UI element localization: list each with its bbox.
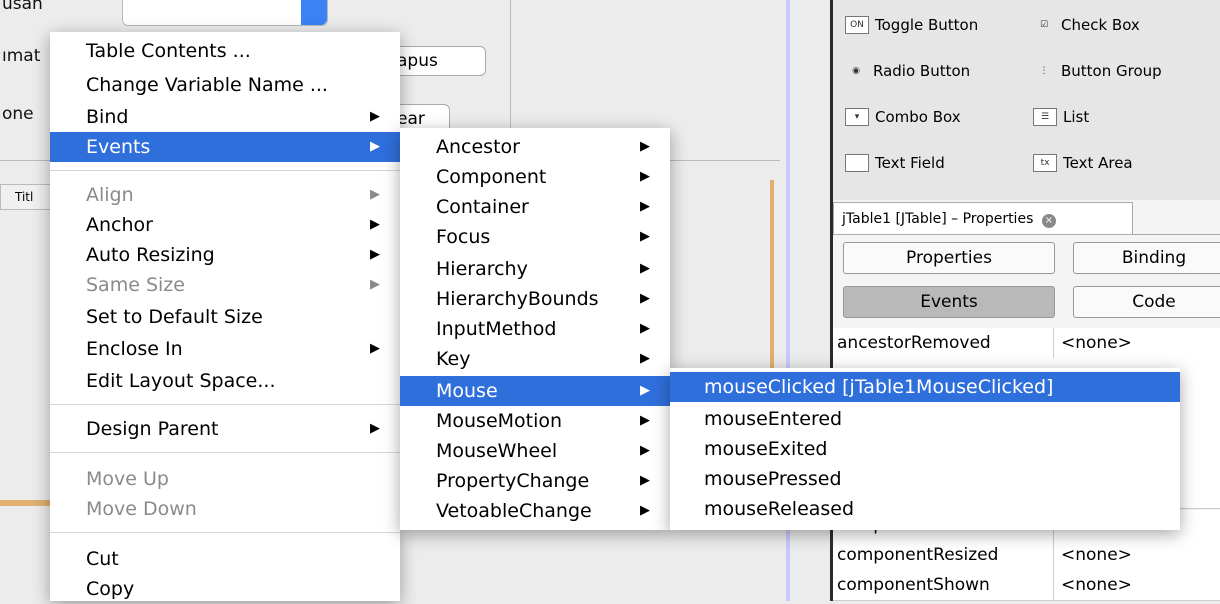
menu-item-component[interactable]: Component ▶: [400, 162, 670, 192]
submenu-arrow-icon: ▶: [640, 291, 650, 306]
menu-item-hierarchy[interactable]: Hierarchy ▶: [400, 254, 670, 284]
code-button[interactable]: Code: [1073, 286, 1220, 318]
close-icon[interactable]: ×: [1041, 214, 1056, 228]
divider: [833, 234, 1220, 235]
submenu-arrow-icon: ▶: [370, 187, 380, 202]
menu-item-property-change[interactable]: PropertyChange ▶: [400, 466, 670, 496]
palette-item-button-group[interactable]: ⋮ Button Group: [1033, 62, 1162, 80]
menu-item-auto-resizing[interactable]: Auto Resizing ▶: [50, 240, 400, 270]
component-palette: ON Toggle Button ☑ Check Box ◉ Radio Button…: [830, 0, 1220, 200]
hapus-button[interactable]: apus: [390, 46, 486, 76]
menu-item-design-parent[interactable]: Design Parent ▶: [50, 414, 400, 444]
table-row[interactable]: componentShown <none>: [833, 570, 1220, 601]
menu-item-anchor[interactable]: Anchor ▶: [50, 210, 400, 240]
menu-item-mouse[interactable]: Mouse ▶: [400, 376, 670, 406]
menu-separator: [50, 404, 400, 405]
submenu-arrow-icon: ▶: [640, 321, 650, 336]
menu-item-container[interactable]: Container ▶: [400, 192, 670, 222]
menu-item-mouse-motion[interactable]: MouseMotion ▶: [400, 406, 670, 436]
menu-item-key[interactable]: Key ▶: [400, 344, 670, 374]
submenu-arrow-icon: ▶: [370, 247, 380, 262]
context-menu: Table Contents ... Change Variable Name …: [50, 32, 400, 601]
palette-item-list[interactable]: ☰ List: [1033, 108, 1089, 126]
palette-item-text-area[interactable]: tx Text Area: [1033, 154, 1133, 172]
submenu-arrow-icon: ▶: [640, 261, 650, 276]
radio-button-icon: ◉: [852, 66, 860, 76]
menu-item-cut[interactable]: Cut: [50, 544, 400, 574]
button-group-icon: ⋮: [1039, 66, 1049, 76]
submenu-arrow-icon: ▶: [370, 421, 380, 436]
submenu-arrow-icon: ▶: [640, 169, 650, 184]
menu-separator: [50, 532, 400, 533]
list-icon: ☰: [1033, 108, 1057, 126]
palette-item-text-field[interactable]: Text Field: [845, 154, 945, 172]
menu-item-focus[interactable]: Focus ▶: [400, 222, 670, 252]
table-row[interactable]: componentResized <none>: [833, 540, 1220, 571]
menu-item-move-down[interactable]: Move Down: [50, 494, 400, 524]
properties-tab-title: jTable1 [JTable] – Properties: [842, 211, 1034, 227]
properties-tab[interactable]: jTable1 [JTable] – Properties ×: [833, 202, 1133, 235]
menu-item-copy[interactable]: Copy: [50, 574, 400, 604]
submenu-arrow-icon: ▶: [640, 199, 650, 214]
menu-item-input-method[interactable]: InputMethod ▶: [400, 314, 670, 344]
mouse-submenu: mouseClicked [jTable1MouseClicked] mouse…: [670, 368, 1180, 530]
menu-item-bind[interactable]: Bind ▶: [50, 102, 400, 132]
properties-button[interactable]: Properties: [843, 242, 1055, 274]
text-field-icon: [845, 154, 869, 172]
menu-item-change-variable-name[interactable]: Change Variable Name ...: [50, 70, 400, 100]
menu-item-mouse-pressed[interactable]: mousePressed: [670, 464, 1180, 494]
menu-item-same-size[interactable]: Same Size ▶: [50, 270, 400, 300]
binding-button[interactable]: Binding: [1073, 242, 1220, 274]
check-box-icon: ☑: [1039, 20, 1049, 30]
label-fragment: ımat: [2, 46, 41, 66]
combo-box-icon: ▾: [845, 108, 869, 126]
palette-item-check-box[interactable]: ☑ Check Box: [1033, 16, 1140, 34]
submenu-arrow-icon: ▶: [640, 139, 650, 154]
menu-item-hierarchy-bounds[interactable]: HierarchyBounds ▶: [400, 284, 670, 314]
combo-box-fragment[interactable]: [122, 0, 328, 26]
submenu-arrow-icon: ▶: [640, 473, 650, 488]
table-row[interactable]: ancestorRemoved <none>: [833, 328, 1220, 359]
events-button[interactable]: Events: [843, 286, 1055, 318]
menu-item-table-contents[interactable]: Table Contents ...: [50, 36, 400, 66]
menu-item-mouse-clicked[interactable]: mouseClicked [jTable1MouseClicked]: [670, 372, 1180, 402]
submenu-arrow-icon: ▶: [640, 443, 650, 458]
palette-item-combo-box[interactable]: ▾ Combo Box: [845, 108, 961, 126]
text-area-icon: tx: [1033, 154, 1057, 172]
submenu-arrow-icon: ▶: [640, 383, 650, 398]
menu-item-set-default-size[interactable]: Set to Default Size: [50, 302, 400, 332]
label-fragment: usan: [2, 0, 43, 14]
menu-item-edit-layout-space[interactable]: Edit Layout Space...: [50, 366, 400, 396]
menu-item-mouse-wheel[interactable]: MouseWheel ▶: [400, 436, 670, 466]
menu-item-mouse-released[interactable]: mouseReleased: [670, 494, 1180, 524]
menu-item-ancestor[interactable]: Ancestor ▶: [400, 132, 670, 162]
menu-item-vetoable-change[interactable]: VetoableChange ▶: [400, 496, 670, 526]
submenu-arrow-icon: ▶: [370, 277, 380, 292]
label-fragment: one: [2, 104, 34, 124]
palette-item-toggle-button[interactable]: ON Toggle Button: [845, 16, 978, 34]
palette-item-radio-button[interactable]: ◉ Radio Button: [845, 62, 970, 80]
menu-item-enclose-in[interactable]: Enclose In ▶: [50, 334, 400, 364]
menu-item-mouse-exited[interactable]: mouseExited: [670, 434, 1180, 464]
submenu-arrow-icon: ▶: [640, 229, 650, 244]
submenu-arrow-icon: ▶: [370, 217, 380, 232]
menu-item-align[interactable]: Align ▶: [50, 180, 400, 210]
menu-separator: [50, 170, 400, 171]
menu-item-mouse-entered[interactable]: mouseEntered: [670, 404, 1180, 434]
dropdown-icon[interactable]: [301, 0, 327, 25]
menu-item-move-up[interactable]: Move Up: [50, 464, 400, 494]
submenu-arrow-icon: ▶: [370, 341, 380, 356]
menu-separator: [50, 452, 400, 453]
toggle-button-icon: ON: [845, 16, 869, 34]
submenu-arrow-icon: ▶: [370, 109, 380, 124]
submenu-arrow-icon: ▶: [640, 503, 650, 518]
events-submenu: Ancestor ▶ Component ▶ Container ▶ Focus ▶ H…: [400, 128, 670, 530]
submenu-arrow-icon: ▶: [640, 351, 650, 366]
submenu-arrow-icon: ▶: [640, 413, 650, 428]
submenu-arrow-icon: ▶: [370, 139, 380, 154]
menu-item-events[interactable]: Events ▶: [50, 132, 400, 162]
